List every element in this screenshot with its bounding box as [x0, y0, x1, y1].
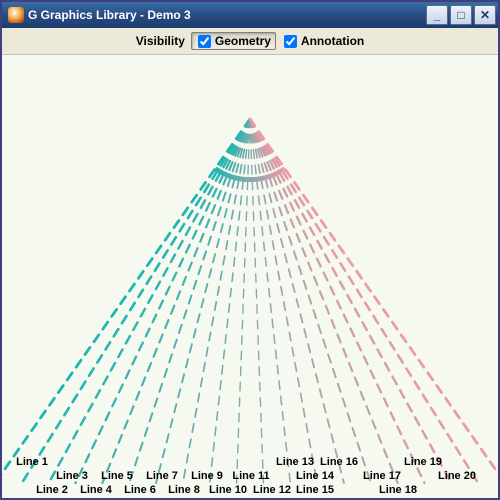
- line-label: Line 17: [363, 470, 401, 482]
- line-label: Line 12: [253, 484, 291, 496]
- annotation-toggle[interactable]: Annotation: [282, 34, 364, 48]
- line-label: Line 2: [36, 484, 68, 496]
- line-label: Line 7: [146, 470, 178, 482]
- app-window: G Graphics Library - Demo 3 _ □ ✕ Visibi…: [0, 0, 500, 500]
- close-button[interactable]: ✕: [474, 5, 496, 25]
- line-label: Line 16: [320, 456, 358, 468]
- line-label: Line 10: [209, 484, 247, 496]
- line-label: Line 3: [56, 470, 88, 482]
- minimize-button[interactable]: _: [426, 5, 448, 25]
- line-label: Line 20: [438, 470, 476, 482]
- line-label: Line 4: [80, 484, 112, 496]
- annotation-toggle-label: Annotation: [301, 34, 364, 48]
- window-title: G Graphics Library - Demo 3: [28, 8, 424, 22]
- geometry-toggle[interactable]: Geometry: [191, 32, 276, 50]
- annotation-checkbox[interactable]: [284, 35, 297, 48]
- line-label: Line 5: [101, 470, 133, 482]
- line-label: Line 18: [379, 484, 417, 496]
- toolbar: Visibility Geometry Annotation: [2, 28, 498, 55]
- line-label: Line 13: [276, 456, 314, 468]
- drawing-canvas: Line 1 Line 2 Line 3 Line 4 Line 5 Line 6 Line…: [2, 55, 498, 498]
- line-label: Line 11: [232, 470, 269, 482]
- titlebar[interactable]: G Graphics Library - Demo 3 _ □ ✕: [2, 2, 498, 28]
- geometry-checkbox[interactable]: [198, 35, 211, 48]
- line-label: Line 9: [191, 470, 223, 482]
- maximize-button[interactable]: □: [450, 5, 472, 25]
- visibility-label: Visibility: [136, 34, 185, 48]
- fan-graphic: [2, 55, 498, 498]
- line-label: Line 15: [296, 484, 334, 496]
- line-label: Line 19: [404, 456, 442, 468]
- geometry-toggle-label: Geometry: [215, 34, 271, 48]
- java-icon: [8, 7, 24, 23]
- line-label: Line 6: [124, 484, 156, 496]
- line-label: Line 14: [296, 470, 334, 482]
- line-label: Line 1: [16, 456, 48, 468]
- line-label: Line 8: [168, 484, 200, 496]
